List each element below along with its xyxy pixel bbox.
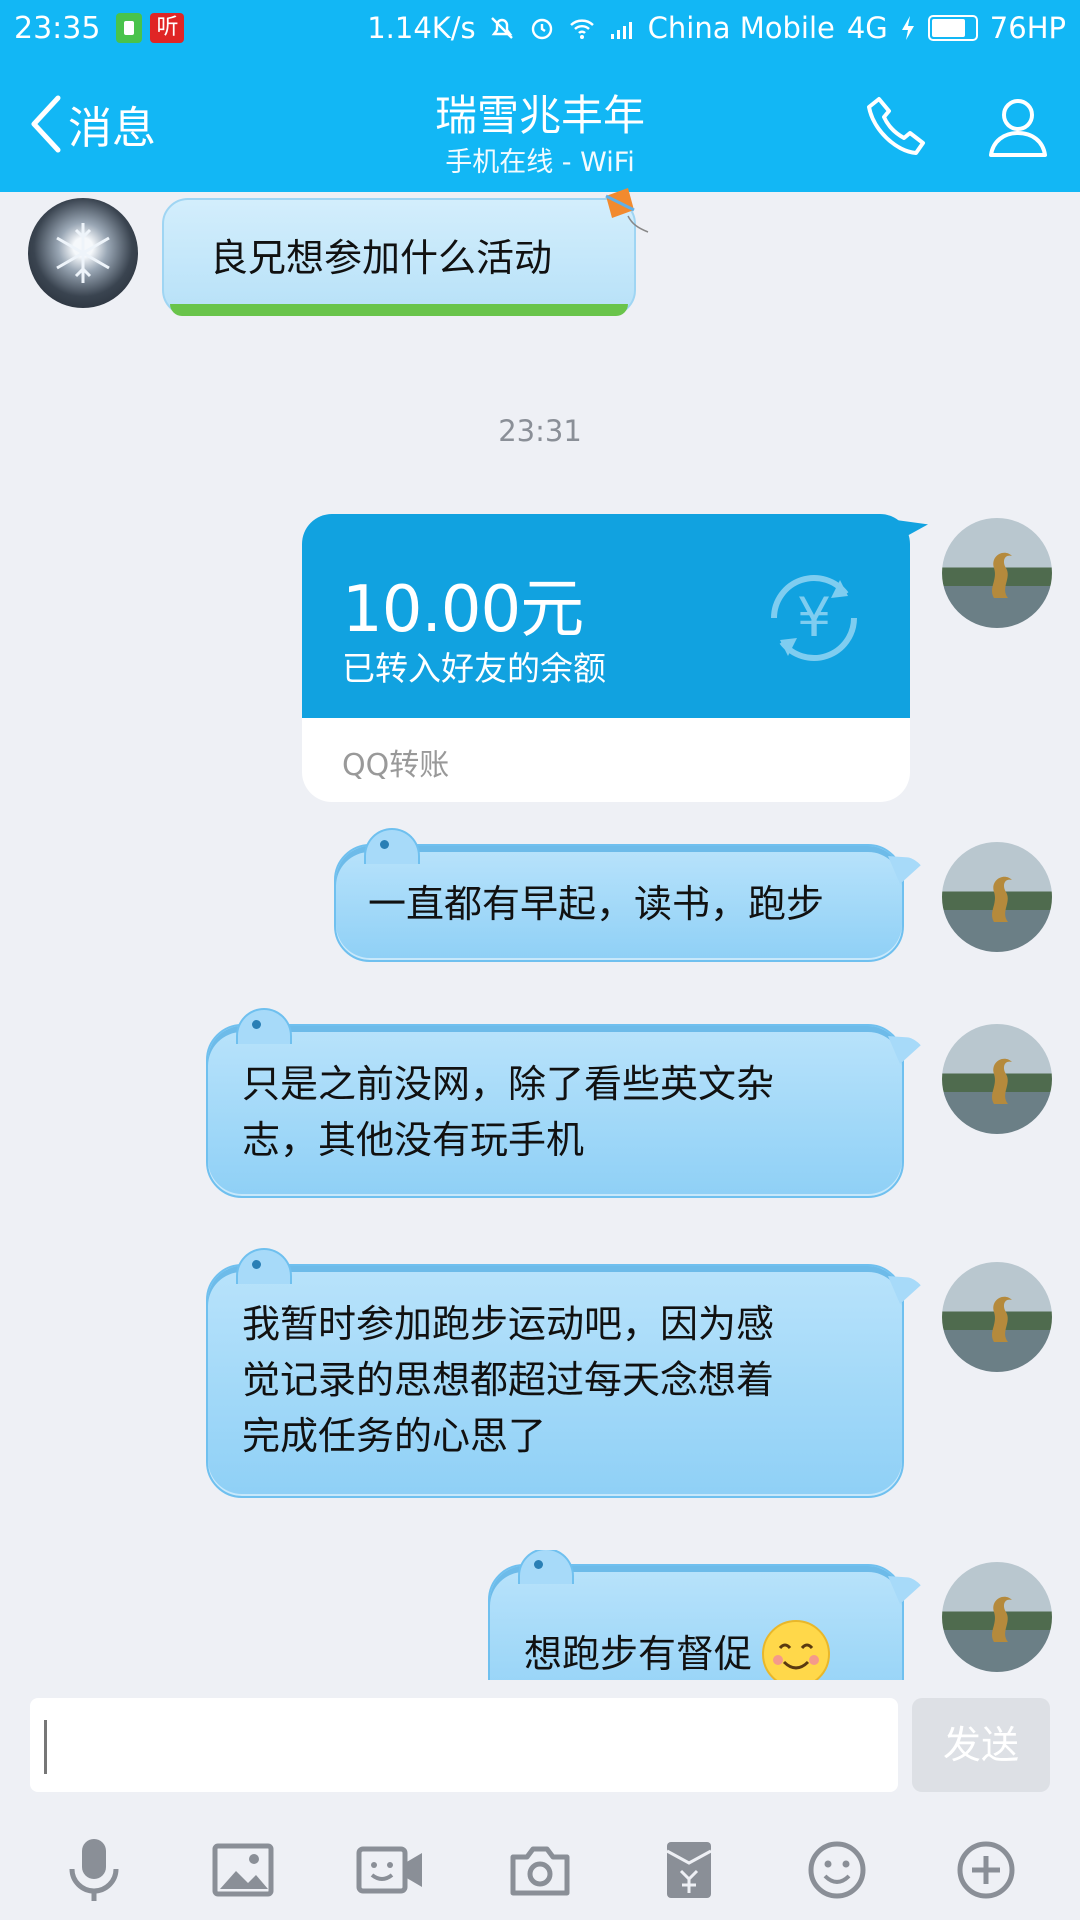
sent-message-text: 我暂时参加跑步运动吧，因为感 觉记录的思想都超过每天念想着 完成任务的心思了: [242, 1302, 775, 1458]
battery-saver-icon: [116, 13, 143, 43]
net-speed: 1.14K/s: [367, 11, 476, 45]
text-caret: [44, 1720, 47, 1774]
top-bar: 23:35 听 1.14K/s China Mobile 4G 76HP 消息 …: [0, 0, 1080, 192]
camera-button[interactable]: [504, 1834, 576, 1906]
alarm-icon: [531, 18, 552, 40]
svg-text:¥: ¥: [797, 586, 831, 649]
listen-app-icon: 听: [150, 13, 185, 43]
bubble-eye: [534, 1560, 543, 1569]
image-icon: [212, 1843, 274, 1897]
video-button[interactable]: [355, 1834, 427, 1906]
bubble-ear: [236, 1248, 292, 1284]
dragon-statue-icon: [992, 876, 1012, 922]
my-avatar[interactable]: [942, 1262, 1052, 1372]
sent-message-bubble[interactable]: 我暂时参加跑步运动吧，因为感 觉记录的思想都超过每天念想着 完成任务的心思了: [206, 1248, 928, 1498]
input-bar: 发送: [0, 1680, 1080, 1920]
dragon-statue-icon: [992, 1596, 1012, 1642]
bubble-ear: [364, 828, 420, 864]
bubble-ear: [236, 1008, 292, 1044]
my-avatar[interactable]: [942, 842, 1052, 952]
voice-button[interactable]: [58, 1834, 130, 1906]
bubble-eye: [252, 1260, 261, 1269]
dragon-statue-icon: [992, 1296, 1012, 1342]
sent-message-bubble[interactable]: 只是之前没网，除了看些英文杂 志，其他没有玩手机: [206, 1008, 928, 1198]
transfer-label: QQ转账: [342, 748, 450, 783]
transfer-card-top: 10.00元 已转入好友的余额 ¥: [302, 514, 910, 718]
red-packet-icon: [665, 1842, 712, 1898]
message-input[interactable]: [30, 1698, 898, 1792]
camera-icon: [510, 1846, 570, 1896]
call-button[interactable]: [858, 86, 938, 166]
status-bar: 23:35 听 1.14K/s China Mobile 4G 76HP: [0, 0, 1080, 56]
dragon-statue-icon: [992, 1058, 1012, 1104]
carrier-name: China Mobile: [647, 11, 835, 45]
my-avatar[interactable]: [942, 1024, 1052, 1134]
sent-message-bubble[interactable]: 想跑步有督促: [488, 1550, 928, 1680]
sent-message-text: 一直都有早起，读书，跑步: [368, 882, 825, 926]
microphone-icon: [69, 1839, 119, 1901]
wifi-icon: [569, 19, 594, 39]
received-message-bubble[interactable]: 良兄想参加什么活动: [162, 198, 636, 316]
bubble-eye: [380, 840, 389, 849]
battery-text: 76HP: [989, 11, 1066, 45]
sent-message-text: 只是之前没网，除了看些英文杂 志，其他没有玩手机: [242, 1062, 775, 1162]
emoji-button[interactable]: [801, 1834, 873, 1906]
smile-emoji-icon: [762, 1620, 831, 1680]
timestamp: 23:31: [498, 414, 582, 448]
sent-message-text-content: 想跑步有督促: [524, 1632, 753, 1676]
chat-header: 消息 瑞雪兆丰年 手机在线 - WiFi: [0, 56, 1080, 192]
signal-icon: [610, 22, 632, 39]
clip-region: 想跑步有督促: [0, 1550, 1080, 1680]
person-icon: [989, 99, 1047, 157]
received-message-text: 良兄想参加什么活动: [210, 236, 553, 280]
send-button[interactable]: 发送: [912, 1698, 1050, 1792]
transfer-card[interactable]: 10.00元 已转入好友的余额 ¥ QQ转账: [302, 514, 910, 802]
battery-fill: [931, 19, 966, 37]
more-button[interactable]: [950, 1834, 1022, 1906]
transfer-amount: 10.00元: [342, 573, 584, 647]
transfer-tail: [896, 520, 928, 542]
image-button[interactable]: [207, 1834, 279, 1906]
kite-icon: [605, 188, 649, 233]
my-avatar[interactable]: [942, 1562, 1052, 1672]
bubble-ear: [518, 1550, 574, 1584]
mute-icon: [490, 17, 513, 39]
contact-avatar[interactable]: [28, 198, 138, 308]
sent-message-bubble[interactable]: 一直都有早起，读书，跑步: [334, 828, 928, 962]
toolbar: [0, 1826, 1080, 1914]
phone-icon: [867, 97, 925, 155]
currency-transfer-icon: ¥: [771, 575, 857, 661]
network-type: 4G: [846, 11, 888, 45]
emoji-icon: [808, 1841, 866, 1899]
red-packet-button[interactable]: [653, 1834, 725, 1906]
transfer-description: 已转入好友的余额: [342, 649, 606, 688]
snowflake-icon: [56, 223, 110, 283]
battery-icon: [927, 15, 978, 41]
profile-button[interactable]: [978, 86, 1058, 166]
my-avatar[interactable]: [942, 518, 1052, 628]
plus-icon: [957, 1841, 1015, 1899]
bubble-eye: [252, 1020, 261, 1029]
video-icon: [356, 1846, 423, 1894]
grass-decoration: [170, 304, 628, 316]
charging-icon: [901, 16, 914, 40]
status-time: 23:35: [14, 10, 101, 46]
dragon-statue-icon: [992, 552, 1012, 598]
